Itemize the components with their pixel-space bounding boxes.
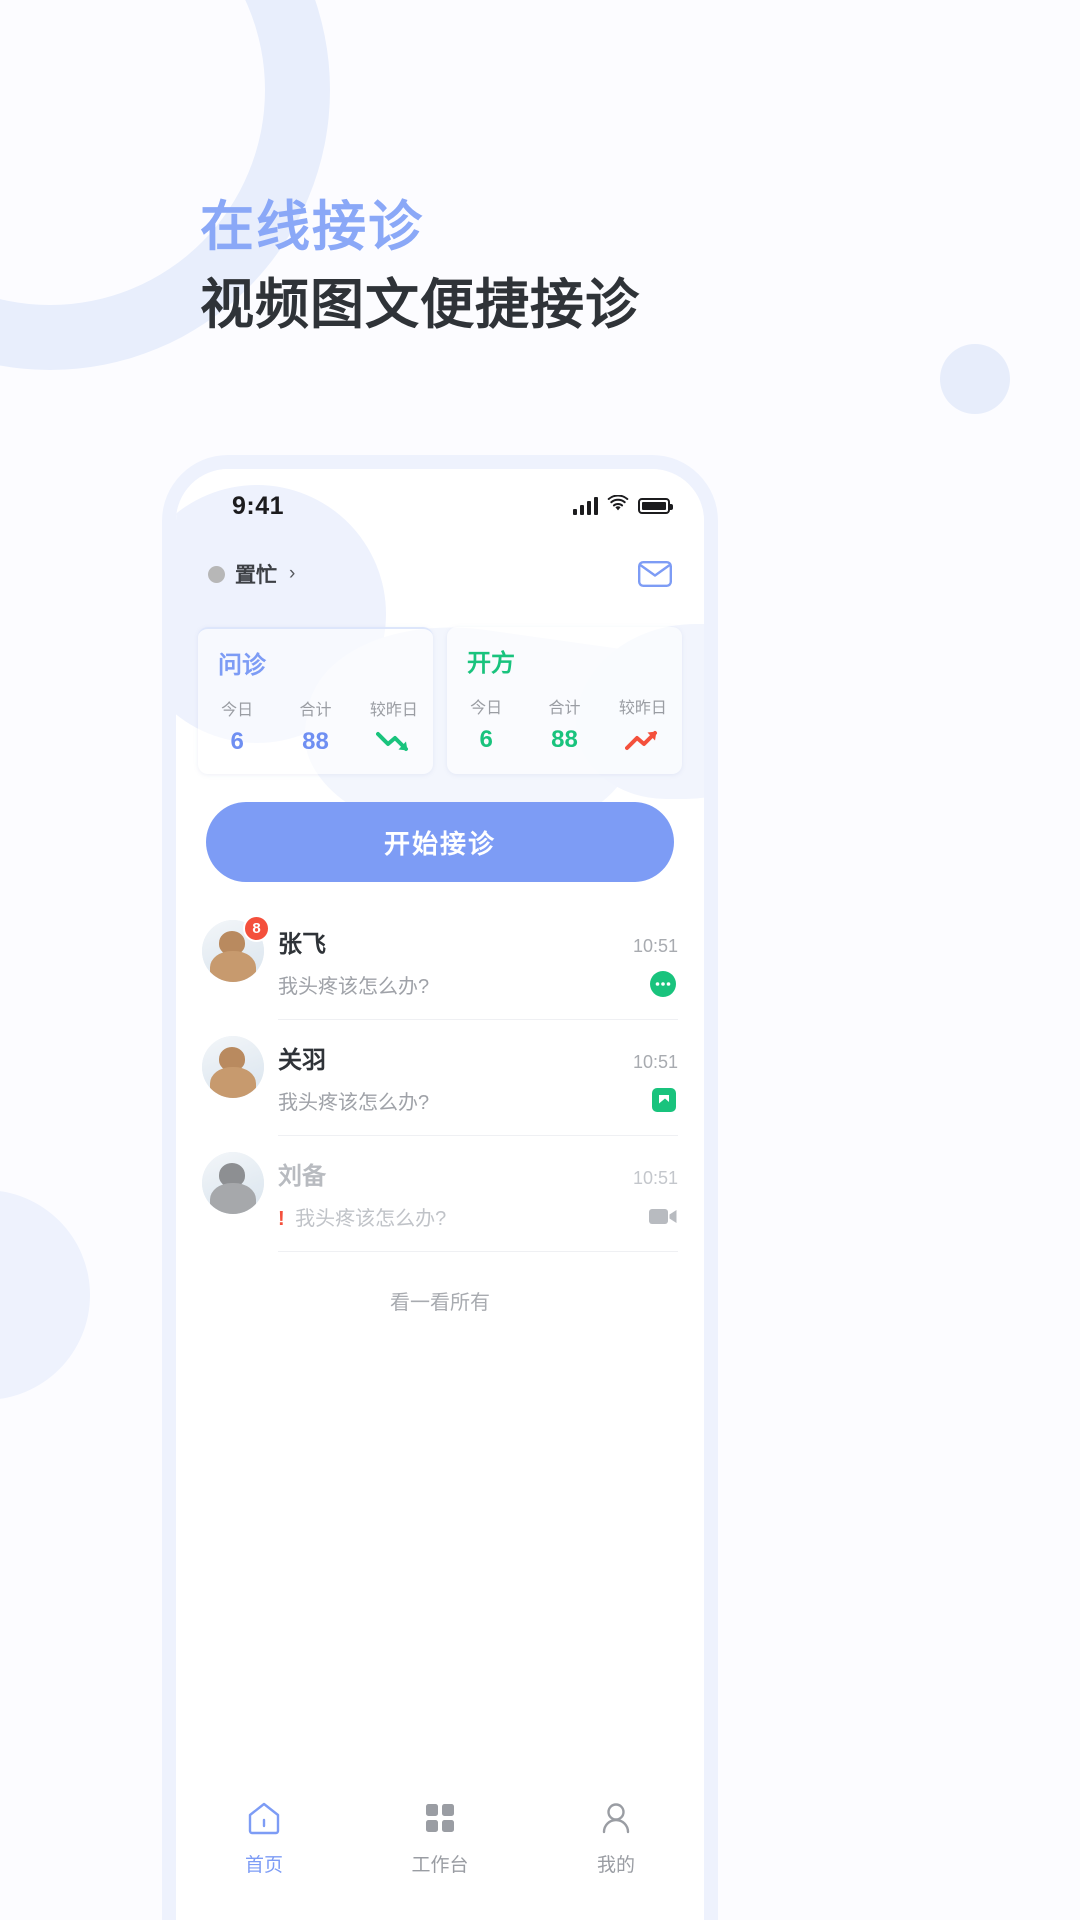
avatar: [202, 1036, 264, 1098]
patient-name: 刘备: [278, 1163, 326, 1190]
chat-message-wrap: ! 我头疼该怎么办?: [278, 1202, 446, 1231]
phone-mockup-frame: 9:41 置忙 › 问诊 今日 6 合计 88 较昨日 开方 今日 6 合计 8…: [162, 455, 718, 1920]
background-blob-left: [0, 1190, 90, 1400]
status-bar-time: 9:41: [232, 491, 285, 520]
mail-icon[interactable]: [638, 561, 672, 587]
nav-label: 首页: [244, 1855, 283, 1876]
metric-total: 合计 88: [276, 696, 354, 756]
grid-icon: [423, 1801, 457, 1840]
person-icon: [599, 1801, 633, 1840]
chat-top: 张飞 10:51: [278, 924, 678, 959]
metric-label: 今日: [470, 700, 503, 717]
chat-body: 张飞 10:51 我头疼该怎么办?: [278, 920, 678, 1005]
promo-title-sub: 视频图文便捷接诊: [200, 274, 640, 335]
nav-label: 工作台: [411, 1855, 469, 1876]
stat-metrics: 今日 6 合计 88 较昨日: [198, 696, 433, 756]
metric-today: 今日 6: [447, 694, 525, 754]
signal-bars-icon: [573, 497, 598, 515]
wifi-icon: [607, 494, 629, 517]
video-camera-icon: [644, 1201, 678, 1231]
chat-time: 10:51: [632, 1168, 678, 1188]
avatar: [202, 1152, 264, 1214]
patient-name: 张飞: [278, 931, 326, 958]
metric-today: 今日 6: [198, 696, 276, 756]
nav-item-profile[interactable]: 我的: [528, 1801, 704, 1877]
image-card-icon: [644, 1085, 678, 1115]
nav-item-home[interactable]: 首页: [176, 1801, 352, 1877]
chat-bubble-icon: [644, 969, 678, 999]
status-toggle[interactable]: 置忙 ›: [208, 559, 295, 589]
status-bar-icons: [573, 494, 673, 517]
chat-body: 关羽 10:51 我头疼该怎么办?: [278, 1036, 678, 1121]
list-item[interactable]: 8 张飞 10:51 我头疼该怎么办?: [202, 904, 678, 1019]
avatar-wrap: [202, 1152, 264, 1214]
patient-name: 关羽: [278, 1047, 326, 1074]
patient-chat-list: 8 张飞 10:51 我头疼该怎么办? 关羽 10:51 我头疼该怎么办? 刘备…: [176, 904, 704, 1252]
stat-metrics: 今日 6 合计 88 较昨日: [447, 694, 682, 754]
metric-value: 88: [551, 726, 578, 753]
status-bar: 9:41: [176, 469, 704, 543]
metric-label: 较昨日: [369, 702, 418, 719]
metric-value: 6: [479, 726, 493, 753]
home-icon: [246, 1801, 282, 1840]
stat-card-title: 问诊: [218, 652, 266, 679]
list-item[interactable]: 关羽 10:51 我头疼该怎么办?: [202, 1020, 678, 1135]
promo-headline: 在线接诊 视频图文便捷接诊: [200, 196, 960, 337]
chat-message: 我头疼该怎么办?: [278, 1091, 430, 1114]
chat-bottom: 我头疼该怎么办?: [278, 1085, 678, 1115]
nav-label: 我的: [596, 1855, 635, 1876]
status-label: 置忙: [235, 564, 277, 587]
stat-card-prescription[interactable]: 开方 今日 6 合计 88 较昨日: [447, 627, 682, 774]
chat-message: 我头疼该怎么办?: [278, 975, 430, 998]
metric-label: 合计: [548, 700, 581, 717]
chat-bottom: ! 我头疼该怎么办?: [278, 1201, 678, 1231]
chat-bottom: 我头疼该怎么办?: [278, 969, 678, 999]
stat-cards: 问诊 今日 6 合计 88 较昨日 开方 今日 6 合计 88 较昨日: [198, 627, 682, 774]
metric-total: 合计 88: [525, 694, 603, 754]
alert-exclamation-icon: !: [278, 1207, 285, 1230]
list-item[interactable]: 刘备 10:51 ! 我头疼该怎么办?: [202, 1136, 678, 1251]
metric-label: 合计: [299, 702, 332, 719]
see-all-link[interactable]: 看一看所有: [176, 1286, 704, 1315]
chat-body: 刘备 10:51 ! 我头疼该怎么办?: [278, 1152, 678, 1237]
chat-time: 10:51: [632, 936, 678, 956]
doctor-status-bar: 置忙 ›: [176, 543, 704, 605]
status-dot-icon: [208, 565, 225, 583]
metric-vs-yesterday: 较昨日: [355, 696, 433, 756]
unread-badge: 8: [243, 915, 270, 942]
trend-down-arrow-icon: [355, 728, 433, 756]
start-consultation-button[interactable]: 开始接诊: [206, 802, 674, 882]
stat-card-inquiry[interactable]: 问诊 今日 6 合计 88 较昨日: [198, 627, 433, 774]
bottom-navigation: 首页 工作台 我的: [176, 1775, 704, 1920]
background-blob-small: [940, 344, 1010, 414]
chat-time: 10:51: [632, 1052, 678, 1072]
phone-screen: 9:41 置忙 › 问诊 今日 6 合计 88 较昨日 开方 今日 6 合计 8…: [176, 469, 704, 1920]
stat-card-title: 开方: [467, 650, 515, 677]
avatar-wrap: [202, 1036, 264, 1098]
chat-top: 关羽 10:51: [278, 1040, 678, 1075]
metric-vs-yesterday: 较昨日: [604, 694, 682, 754]
nav-item-workbench[interactable]: 工作台: [352, 1801, 528, 1877]
promo-title-main: 在线接诊: [200, 197, 424, 257]
promo-screenshot: 在线接诊 视频图文便捷接诊 9:41 置忙 › 问诊 今日 6 合计 88 较昨…: [0, 0, 1080, 1920]
battery-icon: [638, 498, 673, 514]
avatar-wrap: 8: [202, 915, 270, 982]
divider: [278, 1251, 678, 1252]
trend-up-arrow-icon: [604, 726, 682, 754]
chat-message: 我头疼该怎么办?: [295, 1207, 447, 1230]
metric-label: 较昨日: [618, 700, 667, 717]
metric-label: 今日: [221, 702, 254, 719]
metric-value: 88: [302, 728, 329, 755]
metric-value: 6: [230, 728, 244, 755]
chat-top: 刘备 10:51: [278, 1156, 678, 1191]
chevron-right-icon: ›: [289, 563, 296, 584]
